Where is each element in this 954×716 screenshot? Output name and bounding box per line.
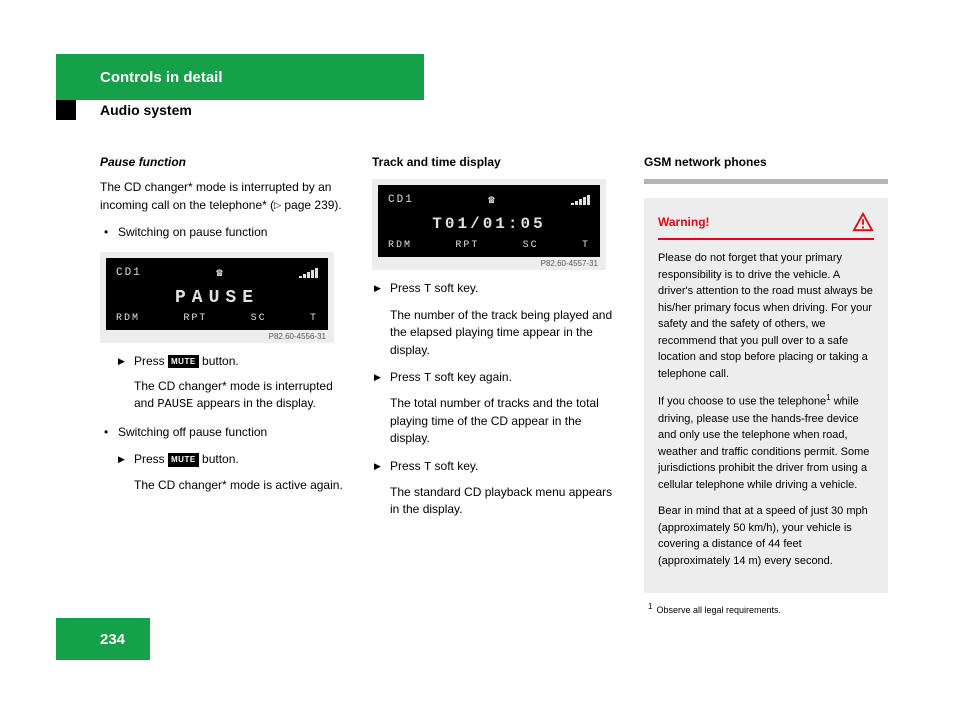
col1-step-1-desc: The CD changer* mode is interrupted and … bbox=[100, 378, 344, 414]
column-3: GSM network phones Warning! Please do no… bbox=[644, 154, 888, 617]
mute-key-icon: MUTE bbox=[168, 453, 199, 467]
lcd-screen: CD1 ☎ T01/01:05 RDM RPT SC T bbox=[378, 185, 600, 257]
section-title: Audio system bbox=[100, 102, 192, 118]
chapter-header: Controls in detail bbox=[56, 54, 424, 100]
col1-bullet-1: Switching on pause function bbox=[100, 224, 344, 241]
col2-heading: Track and time display bbox=[372, 154, 616, 171]
phone-icon: ☎ bbox=[216, 266, 225, 280]
lcd-main-text: T01/01:05 bbox=[388, 215, 590, 233]
col2-step-3-desc: The standard CD playback menu appears in… bbox=[372, 484, 616, 519]
display-pause: CD1 ☎ PAUSE RDM RPT SC T P82.60-4556-31 bbox=[100, 252, 334, 343]
footnote: 1Observe all legal requirements. bbox=[648, 601, 888, 617]
col1-step-1: Press MUTE button. bbox=[100, 353, 344, 370]
col1-step-2: Press MUTE button. bbox=[100, 451, 344, 468]
lcd-softkeys: RDM RPT SC T bbox=[388, 240, 590, 251]
warning-icon bbox=[852, 212, 874, 232]
content-columns: Pause function The CD changer* mode is i… bbox=[100, 154, 898, 617]
warning-header: Warning! bbox=[658, 212, 874, 240]
lcd-screen: CD1 ☎ PAUSE RDM RPT SC T bbox=[106, 258, 328, 330]
col2-step-1: Press T soft key. bbox=[372, 280, 616, 298]
page-ref-icon: ▷ bbox=[274, 200, 281, 210]
lcd-cd-label: CD1 bbox=[388, 194, 414, 206]
warning-box: Warning! Please do not forget that your … bbox=[644, 198, 888, 593]
lcd-top-row: CD1 ☎ bbox=[388, 193, 590, 207]
col2-step-2: Press T soft key again. bbox=[372, 369, 616, 387]
phone-icon: ☎ bbox=[488, 193, 497, 207]
column-2: Track and time display CD1 ☎ T01/01:05 R… bbox=[372, 154, 616, 617]
col2-step-2-desc: The total number of tracks and the total… bbox=[372, 395, 616, 447]
lcd-cd-label: CD1 bbox=[116, 267, 142, 279]
lcd-main-text: PAUSE bbox=[116, 288, 318, 308]
warning-title: Warning! bbox=[658, 215, 710, 229]
signal-icon bbox=[571, 195, 590, 205]
display-track: CD1 ☎ T01/01:05 RDM RPT SC T P82.60-455 bbox=[372, 179, 606, 270]
col2-step-1-desc: The number of the track being played and… bbox=[372, 307, 616, 359]
col1-intro: The CD changer* mode is interrupted by a… bbox=[100, 179, 344, 214]
warning-p1: Please do not forget that your primary r… bbox=[658, 250, 874, 382]
col1-list: Switching on pause function bbox=[100, 224, 344, 241]
manual-page: Controls in detail Audio system Pause fu… bbox=[0, 0, 954, 716]
chapter-title: Controls in detail bbox=[100, 69, 223, 86]
col1-step-2-desc: The CD changer* mode is active again. bbox=[100, 477, 344, 494]
col1-list-2: Switching off pause function bbox=[100, 424, 344, 441]
col3-heading: GSM network phones bbox=[644, 154, 888, 171]
col1-heading: Pause function bbox=[100, 154, 344, 171]
column-1: Pause function The CD changer* mode is i… bbox=[100, 154, 344, 617]
divider bbox=[644, 179, 888, 184]
figure-caption-2: P82.60-4557-31 bbox=[378, 259, 600, 268]
mute-key-icon: MUTE bbox=[168, 355, 199, 369]
warning-p3: Bear in mind that at a speed of just 30 … bbox=[658, 503, 874, 569]
col2-step-3: Press T soft key. bbox=[372, 458, 616, 476]
warning-p2: If you choose to use the telephone1 whil… bbox=[658, 392, 874, 493]
figure-caption-1: P82.60-4556-31 bbox=[106, 332, 328, 341]
lcd-top-row: CD1 ☎ bbox=[116, 266, 318, 280]
section-marker bbox=[56, 100, 76, 120]
signal-icon bbox=[299, 268, 318, 278]
col1-bullet-2: Switching off pause function bbox=[100, 424, 344, 441]
lcd-softkeys: RDM RPT SC T bbox=[116, 313, 318, 324]
page-number: 234 bbox=[56, 618, 150, 660]
